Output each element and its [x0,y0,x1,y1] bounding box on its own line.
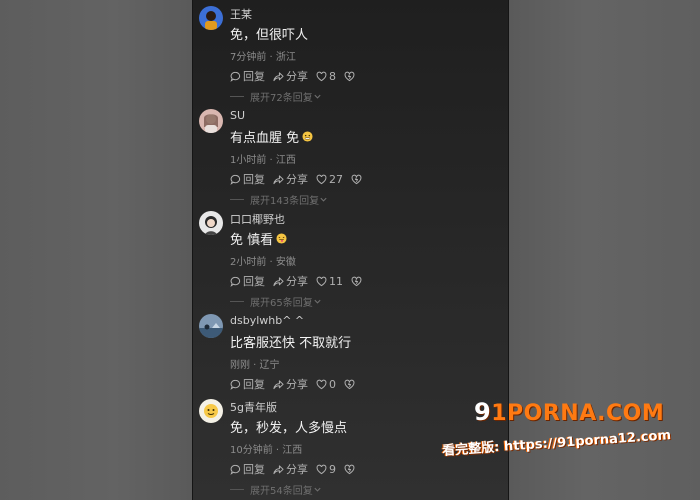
comment-meta: 1小时前 · 江西 [230,155,296,166]
dislike-icon [351,276,362,286]
share-button[interactable]: 分享 [273,461,308,477]
expand-replies[interactable]: 展开54条回复 [230,482,322,497]
share-icon [273,464,284,474]
expand-replies[interactable]: 展开72条回复 [230,89,322,104]
reply-button[interactable]: 回复 [230,273,265,289]
share-icon [273,71,284,81]
username[interactable]: SU [230,109,245,122]
share-button[interactable]: 分享 [273,376,308,392]
comment-meta: 10分钟前 · 江西 [230,445,303,456]
reply-icon [230,174,241,185]
comment-meta: 刚刚 · 辽宁 [230,360,280,371]
username[interactable]: 王某 [230,6,252,22]
comment-meta: 7分钟前 · 浙江 [230,52,296,63]
reply-icon [230,464,241,475]
comment-actions: 回复 分享 0 [230,376,365,392]
expand-replies[interactable]: 展开65条回复 [230,294,322,309]
reply-button[interactable]: 回复 [230,171,265,187]
share-button[interactable]: 分享 [273,171,308,187]
comment-text: 免，秒发，人多慢点 [230,421,348,436]
dislike-button[interactable] [344,71,357,82]
share-button[interactable]: 分享 [273,68,308,84]
like-count: 0 [329,377,336,391]
comment-actions: 回复 分享 11 [230,273,372,289]
grimace-emoji-icon [302,131,313,142]
like-button[interactable]: 27 [316,173,343,186]
comment-text: 比客服还快 不取就行 [230,336,352,351]
dislike-button[interactable] [351,174,364,185]
avatar[interactable] [199,6,223,30]
like-button[interactable]: 11 [316,275,343,288]
expand-replies[interactable]: 展开143条回复 [230,192,328,207]
dislike-button[interactable] [344,379,357,390]
expand-divider [230,96,244,97]
avatar[interactable] [199,109,223,133]
expand-divider [230,199,244,200]
heart-icon [316,174,327,184]
reply-button[interactable]: 回复 [230,68,265,84]
chevron-down-icon [314,299,321,304]
username[interactable]: dsbylwhb^ ^ [230,314,304,327]
like-button[interactable]: 9 [316,463,336,476]
comment-meta: 2小时前 · 安徽 [230,257,296,268]
watermark-logo: 91PORNA.COM [474,398,665,426]
reply-button[interactable]: 回复 [230,461,265,477]
background-left-panel [0,0,192,500]
chevron-down-icon [320,197,327,202]
heart-icon [316,464,327,474]
chevron-down-icon [314,94,321,99]
username[interactable]: 5g青年版 [230,399,277,415]
avatar[interactable] [199,314,223,338]
dislike-button[interactable] [351,276,364,287]
reply-icon [230,71,241,82]
expand-divider [230,301,244,302]
share-button[interactable]: 分享 [273,273,308,289]
heart-icon [316,379,327,389]
chevron-down-icon [314,487,321,492]
share-icon [273,379,284,389]
dislike-icon [344,379,355,389]
comment-text: 免 慎看 [230,229,287,248]
dislike-icon [351,174,362,184]
dislike-icon [344,464,355,474]
comment-actions: 回复 分享 9 [230,461,365,477]
heart-icon [316,276,327,286]
like-count: 27 [329,172,343,186]
comment-actions: 回复 分享 8 [230,68,365,84]
dislike-icon [344,71,355,81]
tongue-emoji-icon [276,233,287,244]
like-button[interactable]: 8 [316,70,336,83]
like-button[interactable]: 0 [316,378,336,391]
comment-text: 免，但很吓人 [230,28,309,43]
comment-actions: 回复 分享 27 [230,171,372,187]
watermark: 91PORNA.COM 看完整版: https://91porna12.com [440,398,700,478]
like-count: 11 [329,274,343,288]
like-count: 9 [329,462,336,476]
dislike-button[interactable] [344,464,357,475]
like-count: 8 [329,69,336,83]
share-icon [273,174,284,184]
share-icon [273,276,284,286]
avatar[interactable] [199,211,223,235]
watermark-url: 看完整版: https://91porna12.com [441,428,672,459]
comment-text: 有点血腥 免 [230,127,313,146]
heart-icon [316,71,327,81]
reply-icon [230,379,241,390]
reply-button[interactable]: 回复 [230,376,265,392]
expand-divider [230,489,244,490]
reply-icon [230,276,241,287]
username[interactable]: 口口椰野也 [230,211,285,227]
avatar[interactable] [199,399,223,423]
